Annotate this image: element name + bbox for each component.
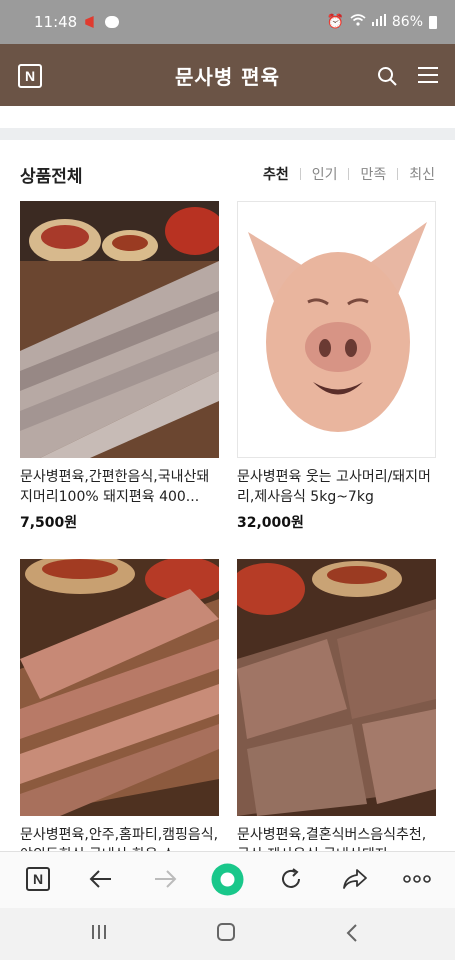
browser-toolbar: N (0, 851, 455, 908)
megaphone-icon (85, 16, 94, 28)
product-card[interactable]: 문사병편육,간편한음식,국내산돼지머리100% 돼지편육 400... 7,50… (20, 201, 219, 532)
app-header: N 문사병 편육 (0, 44, 455, 106)
product-image-pressed-pork[interactable] (237, 559, 436, 816)
signal-icon (371, 14, 386, 30)
system-status: ⏰ 86% (326, 14, 437, 30)
product-name[interactable]: 문사병편육,간편한음식,국내산돼지머리100% 돼지편육 400... (20, 467, 219, 507)
sort-tab-satisfaction[interactable]: 만족 (349, 164, 397, 184)
notification-icons (85, 16, 120, 28)
sort-tab-popular[interactable]: 인기 (301, 164, 349, 184)
sort-tab-latest[interactable]: 최신 (398, 164, 435, 184)
back-arrow-icon[interactable] (86, 864, 116, 894)
store-title[interactable]: 문사병 편육 (175, 61, 280, 90)
search-icon[interactable] (377, 66, 397, 86)
product-card[interactable]: 문사병편육,결혼식버스음식추천,국산,제사음식,국내산돼지 (237, 559, 436, 865)
product-image-pig-head[interactable] (237, 201, 436, 458)
product-image-pork-board[interactable] (20, 559, 219, 816)
more-options-icon[interactable] (402, 864, 432, 894)
battery-percent: 86% (391, 14, 423, 30)
green-dot-button[interactable] (211, 863, 244, 896)
product-name[interactable]: 문사병편육 웃는 고사머리/돼지머리,제사음식 5kg~7kg (237, 467, 436, 507)
alarm-icon: ⏰ (326, 14, 344, 30)
reload-icon[interactable] (276, 864, 306, 894)
chat-bubble-icon (105, 16, 120, 28)
wifi-icon (350, 14, 366, 30)
recent-apps-icon[interactable] (91, 924, 107, 940)
product-image-sliced-pork[interactable] (20, 201, 219, 458)
naver-logo-icon: N (26, 867, 50, 891)
product-price: 32,000원 (237, 515, 304, 531)
forward-arrow-icon[interactable] (150, 864, 180, 894)
sort-tabs: 추천 인기 만족 최신 (263, 164, 435, 184)
product-card[interactable]: 문사병편육,안주,홈파티,캠핑음식,야외동회식,국내산 한육 소 (20, 559, 219, 865)
back-nav-icon[interactable] (345, 923, 359, 943)
sort-tab-recommended[interactable]: 추천 (263, 164, 300, 184)
system-navigation-bar (0, 908, 455, 960)
status-bar: 11:48 ⏰ 86% (0, 0, 455, 44)
product-card[interactable]: 문사병편육 웃는 고사머리/돼지머리,제사음식 5kg~7kg 32,000원 (237, 201, 436, 532)
naver-home-button[interactable]: N (23, 864, 53, 894)
status-time: 11:48 (34, 13, 78, 31)
section-title: 상품전체 (20, 167, 83, 187)
home-icon[interactable] (217, 923, 235, 941)
battery-icon (429, 15, 437, 29)
product-price: 7,500원 (20, 515, 78, 531)
share-icon[interactable] (340, 864, 370, 894)
naver-logo-icon[interactable]: N (18, 64, 42, 88)
divider-band (0, 128, 455, 140)
hamburger-menu-icon[interactable] (418, 67, 438, 83)
